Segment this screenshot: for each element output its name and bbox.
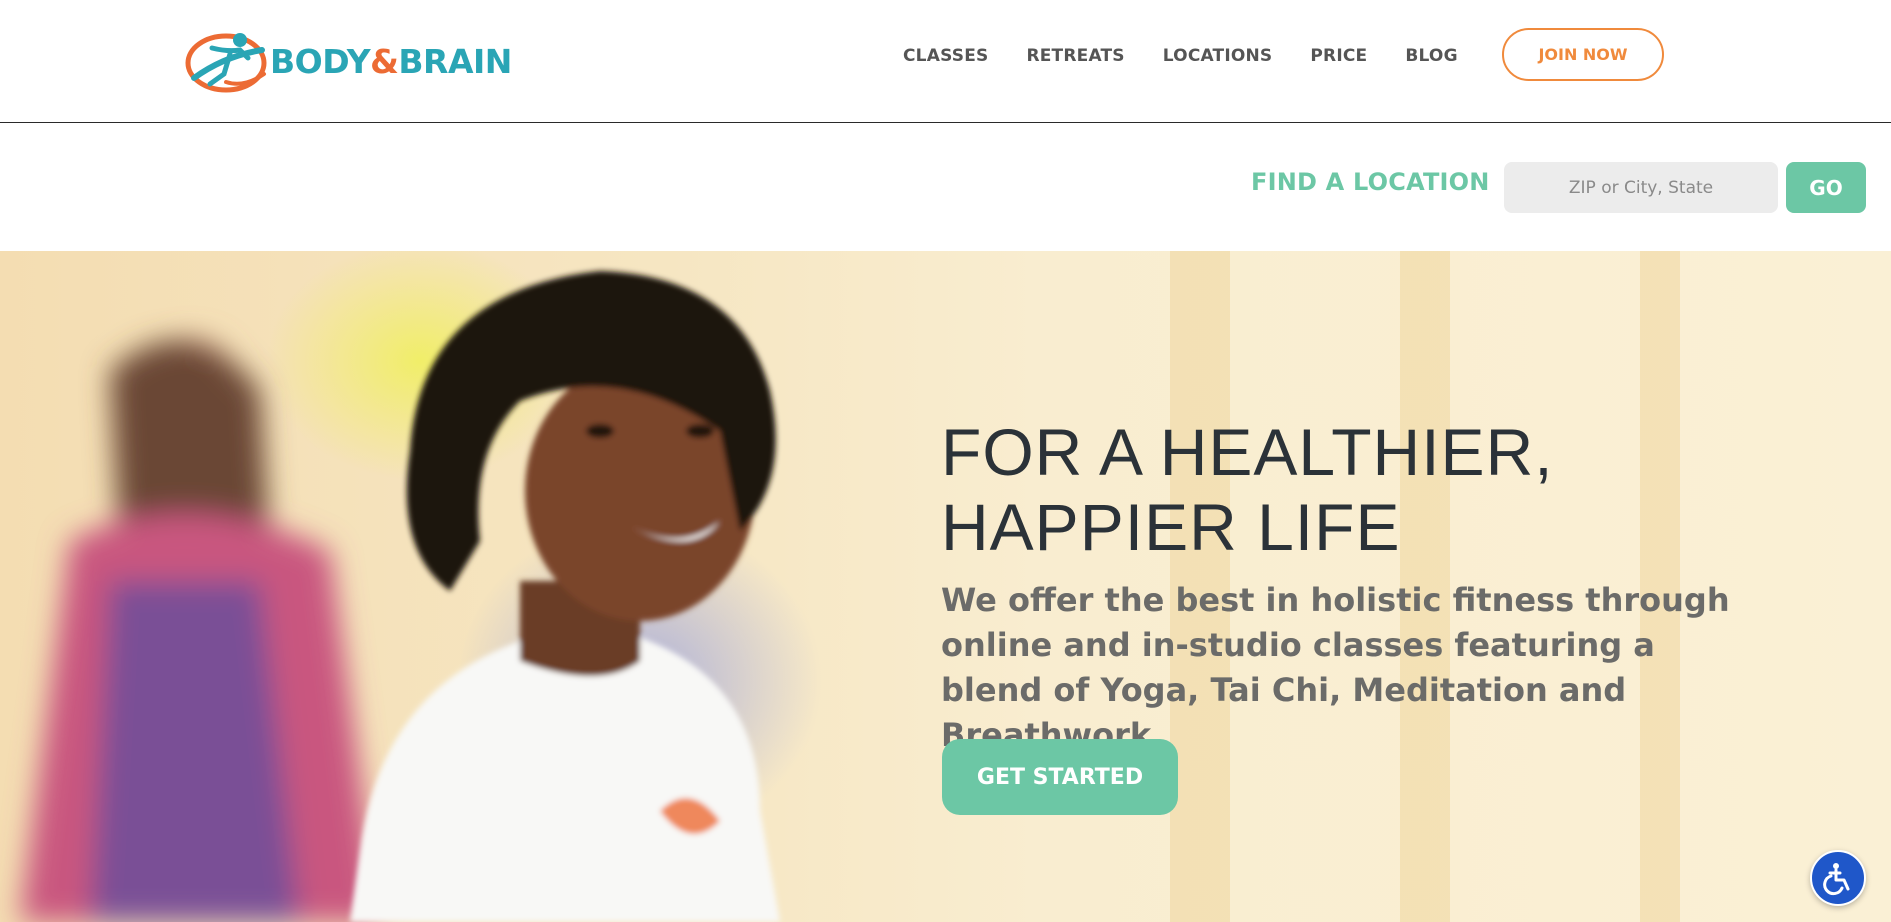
get-started-button[interactable]: GET STARTED xyxy=(942,739,1178,815)
site-header: BODY&BRAIN CLASSES RETREATS LOCATIONS PR… xyxy=(0,0,1891,123)
go-button[interactable]: GO xyxy=(1786,162,1866,213)
nav-blog[interactable]: BLOG xyxy=(1405,46,1457,66)
find-location-label: FIND A LOCATION xyxy=(1251,168,1490,196)
hero-heading: FOR A HEALTHIER, HAPPIER LIFE xyxy=(941,415,1741,565)
body-brain-logo-icon xyxy=(185,33,267,93)
site-logo[interactable]: BODY&BRAIN xyxy=(184,26,514,96)
logo-wordmark: BODY&BRAIN xyxy=(270,41,512,81)
hero-photo xyxy=(20,271,780,922)
main-nav: CLASSES RETREATS LOCATIONS PRICE BLOG xyxy=(903,28,1496,84)
accessibility-button[interactable] xyxy=(1810,850,1866,906)
accessibility-icon xyxy=(1823,863,1850,896)
hero-description: We offer the best in holistic fitness th… xyxy=(941,581,1730,754)
join-now-button[interactable]: JOIN NOW xyxy=(1502,28,1664,81)
nav-locations[interactable]: LOCATIONS xyxy=(1163,46,1273,66)
location-finder: FIND A LOCATION GO xyxy=(0,124,1891,251)
hero-heading-line1: FOR A HEALTHIER, xyxy=(941,415,1554,489)
nav-price[interactable]: PRICE xyxy=(1310,46,1367,66)
nav-classes[interactable]: CLASSES xyxy=(903,46,988,66)
hero-heading-line2: HAPPIER LIFE xyxy=(941,490,1401,564)
nav-retreats[interactable]: RETREATS xyxy=(1026,46,1124,66)
location-search-input[interactable] xyxy=(1504,162,1778,213)
hero-banner: FOR A HEALTHIER, HAPPIER LIFE We offer t… xyxy=(0,251,1891,922)
